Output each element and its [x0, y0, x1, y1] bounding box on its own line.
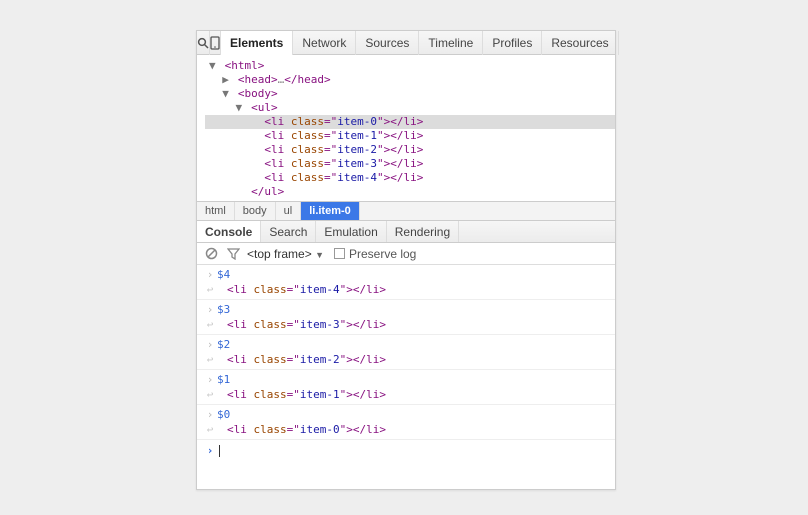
tab-timeline[interactable]: Timeline [419, 31, 483, 55]
console-prompt[interactable]: › [197, 440, 615, 461]
drawer-tab-search[interactable]: Search [261, 221, 316, 242]
tab-profiles[interactable]: Profiles [483, 31, 542, 55]
clear-console-icon[interactable] [203, 246, 219, 262]
checkbox-icon [334, 248, 345, 259]
preserve-log-label: Preserve log [349, 247, 416, 261]
dom-row[interactable]: <li class="item-4"></li> [205, 171, 615, 185]
search-icon[interactable] [197, 31, 210, 55]
dom-row[interactable]: ▼ <html> [205, 59, 615, 73]
console-input-line: $2 [197, 337, 615, 352]
main-tab-strip: ElementsNetworkSourcesTimelineProfilesRe… [221, 31, 619, 55]
devtools-panel: ElementsNetworkSourcesTimelineProfilesRe… [196, 30, 616, 490]
console-entry: $3<li class="item-3"></li> [197, 300, 615, 335]
console-input-line: $1 [197, 372, 615, 387]
breadcrumb-item[interactable]: body [235, 202, 276, 220]
console-entry: $0<li class="item-0"></li> [197, 405, 615, 440]
tab-resources[interactable]: Resources [542, 31, 618, 55]
console-output-line: <li class="item-4"></li> [197, 282, 615, 297]
breadcrumb-item[interactable]: li.item-0 [301, 202, 360, 220]
preserve-log-checkbox[interactable]: Preserve log [334, 247, 416, 261]
console-input-line: $4 [197, 267, 615, 282]
dom-row[interactable]: <li class="item-3"></li> [205, 157, 615, 171]
tab-sources[interactable]: Sources [356, 31, 419, 55]
drawer-tab-console[interactable]: Console [197, 221, 261, 242]
frame-selector[interactable]: <top frame> ▼ [247, 247, 324, 261]
console-input-line: $0 [197, 407, 615, 422]
drawer-tab-rendering[interactable]: Rendering [387, 221, 459, 242]
chevron-down-icon: ▼ [315, 250, 324, 260]
dom-row[interactable]: ▼ <body> [205, 87, 615, 101]
dom-row[interactable]: ▼ <ul> [205, 101, 615, 115]
breadcrumb-item[interactable]: ul [276, 202, 302, 220]
dom-row[interactable]: <li class="item-1"></li> [205, 129, 615, 143]
dom-row[interactable]: </ul> [205, 185, 615, 199]
console-entry: $2<li class="item-2"></li> [197, 335, 615, 370]
console-output-line: <li class="item-0"></li> [197, 422, 615, 437]
breadcrumb: htmlbodyulli.item-0 [197, 201, 615, 221]
main-toolbar: ElementsNetworkSourcesTimelineProfilesRe… [197, 31, 615, 55]
console-toolbar: <top frame> ▼ Preserve log [197, 243, 615, 265]
dom-row[interactable]: <li class="item-0"></li> [205, 115, 615, 129]
console-output-line: <li class="item-1"></li> [197, 387, 615, 402]
filter-icon[interactable] [225, 246, 241, 262]
tab-elements[interactable]: Elements [221, 31, 293, 55]
frame-selector-label: <top frame> [247, 247, 312, 261]
dom-row[interactable]: <li class="item-2"></li> [205, 143, 615, 157]
breadcrumb-item[interactable]: html [197, 202, 235, 220]
tab-network[interactable]: Network [293, 31, 356, 55]
console-entry: $1<li class="item-1"></li> [197, 370, 615, 405]
console-output-line: <li class="item-3"></li> [197, 317, 615, 332]
console-output[interactable]: $4<li class="item-4"></li>$3<li class="i… [197, 265, 615, 489]
drawer-tab-emulation[interactable]: Emulation [316, 221, 386, 242]
console-entry: $4<li class="item-4"></li> [197, 265, 615, 300]
dom-row[interactable]: ▶ <head>…</head> [205, 73, 615, 87]
dom-tree[interactable]: ▼ <html> ▶ <head>…</head> ▼ <body> ▼ <ul… [197, 55, 615, 201]
drawer-tab-strip: ConsoleSearchEmulationRendering [197, 221, 615, 243]
console-input-line: $3 [197, 302, 615, 317]
device-icon[interactable] [210, 31, 221, 55]
console-output-line: <li class="item-2"></li> [197, 352, 615, 367]
